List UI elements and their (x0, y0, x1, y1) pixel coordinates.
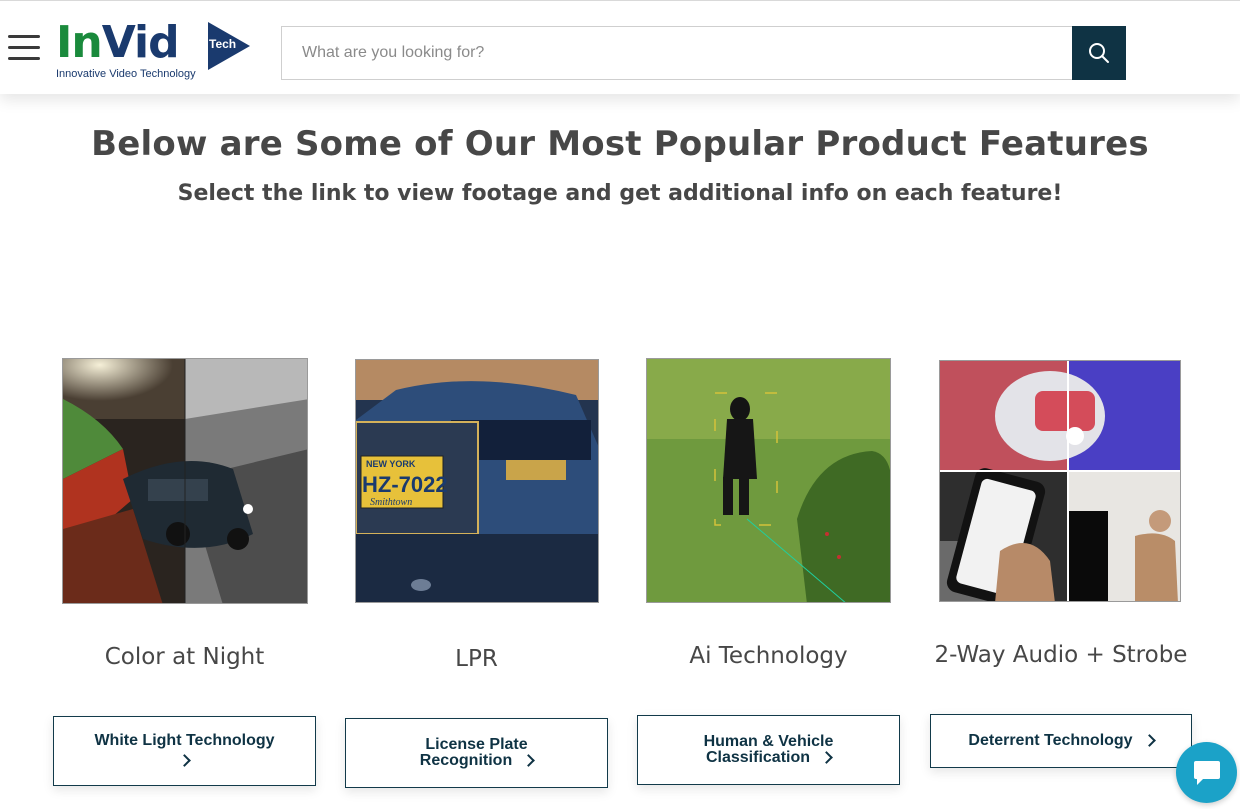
site-logo[interactable]: InVid Tech Innovative Video Technology (56, 19, 252, 85)
button-label-line2: Recognition (419, 752, 513, 769)
color-at-night-image[interactable] (62, 358, 308, 604)
plate-county: Smithtown (370, 497, 412, 508)
chevron-right-icon (178, 754, 191, 768)
page-subtitle: Select the link to view footage and get … (177, 181, 1063, 206)
logo-wordmark: InVid (56, 17, 180, 68)
chevron-right-icon (1142, 734, 1156, 748)
deterrent-technology-button[interactable]: Deterrent Technology (930, 714, 1192, 768)
feature-title-lpr: LPR (455, 646, 498, 672)
ai-technology-image[interactable] (646, 358, 891, 603)
chevron-right-icon (820, 751, 833, 765)
feature-title-ai-technology: Ai Technology (689, 643, 848, 669)
chat-bubble-icon (1194, 761, 1220, 785)
page-title: Below are Some of Our Most Popular Produ… (91, 124, 1149, 164)
plate-state: NEW YORK (366, 459, 416, 469)
chevron-right-icon (522, 754, 536, 768)
chat-button[interactable] (1176, 742, 1237, 803)
logo-tagline: Innovative Video Technology (56, 68, 196, 80)
button-label: Deterrent Technology (968, 732, 1133, 749)
button-label-line1: License Plate (425, 736, 528, 753)
white-light-technology-button[interactable]: White Light Technology (53, 716, 316, 786)
button-label: White Light Technology (94, 732, 275, 749)
plate-number: HZ-7022 (362, 472, 448, 497)
human-vehicle-classification-button[interactable]: Human & Vehicle Classification (637, 715, 900, 785)
license-plate-recognition-button[interactable]: License Plate Recognition (345, 718, 608, 788)
lpr-image[interactable]: NEW YORK HZ-7022 Smithtown (355, 359, 599, 603)
feature-title-two-way-audio-strobe: 2-Way Audio + Strobe (934, 642, 1188, 668)
button-label-line1: Human & Vehicle (703, 733, 834, 750)
search-icon (1089, 43, 1109, 63)
site-header: InVid Tech Innovative Video Technology (0, 0, 1240, 94)
search-input[interactable] (282, 27, 1074, 79)
feature-title-color-at-night: Color at Night (104, 644, 265, 670)
logo-tech-label: Tech (209, 37, 237, 51)
button-label-line2: Classification (705, 749, 811, 766)
hamburger-menu-icon[interactable] (8, 35, 40, 61)
two-way-audio-strobe-image[interactable] (939, 360, 1181, 602)
search-bar (281, 26, 1126, 80)
search-button[interactable] (1072, 26, 1126, 80)
